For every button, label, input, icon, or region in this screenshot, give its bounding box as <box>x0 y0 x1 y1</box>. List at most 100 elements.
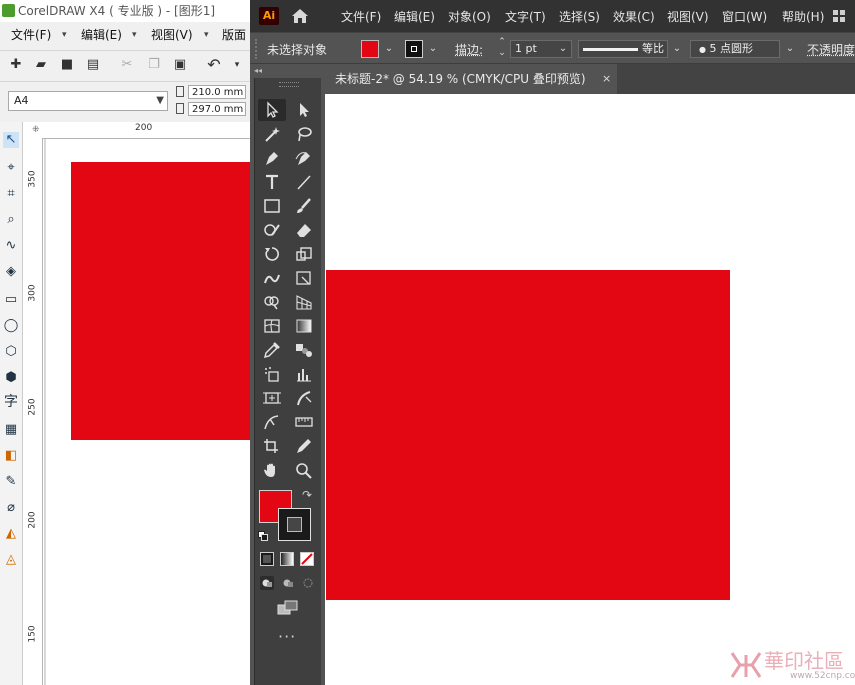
perspective-grid-tool-icon[interactable] <box>292 291 316 313</box>
cut-icon[interactable]: ✂ <box>120 58 134 72</box>
ruler-tool-icon[interactable] <box>292 411 316 433</box>
ai-menu-view[interactable]: 视图(V) <box>667 8 709 25</box>
ai-menu-object[interactable]: 对象(O) <box>448 8 491 25</box>
polygon-tool-icon[interactable]: ⬡ <box>3 344 19 360</box>
cd-menu-layout[interactable]: 版面 <box>222 24 246 46</box>
column-graph-tool-icon[interactable] <box>292 363 316 385</box>
direct-selection-tool-icon[interactable] <box>292 99 316 121</box>
draw-inside-icon[interactable] <box>301 576 315 590</box>
coreldraw-red-rectangle[interactable] <box>71 162 250 440</box>
ai-menu-effect[interactable]: 效果(C) <box>613 8 655 25</box>
document-tab[interactable]: 未标题-2* @ 54.19 % (CMYK/CPU 叠印预览) × <box>325 64 617 94</box>
eyedropper-tool-icon[interactable]: ✎ <box>3 474 19 490</box>
shape-builder-tool-icon[interactable] <box>260 291 284 313</box>
cd-menu-edit[interactable]: 编辑(E) <box>81 24 122 46</box>
chevron-down-icon[interactable]: ▾ <box>62 24 67 46</box>
mesh-tool-icon[interactable] <box>260 315 284 337</box>
home-icon[interactable] <box>290 6 310 26</box>
color-mode-icon[interactable] <box>260 552 274 566</box>
cd-menu-view[interactable]: 视图(V) <box>151 24 193 46</box>
stroke-stepper-icon[interactable]: ⌃ ⌄ <box>497 37 507 59</box>
selection-tool-icon[interactable] <box>260 99 284 121</box>
slice-tool-icon[interactable] <box>292 387 316 409</box>
chevron-down-icon[interactable]: ⌄ <box>783 40 797 58</box>
stroke-color-proxy[interactable] <box>278 508 311 541</box>
freehand-tool-icon[interactable]: ∿ <box>3 238 19 254</box>
ai-menu-edit[interactable]: 编辑(E) <box>394 8 435 25</box>
control-bar-grip[interactable] <box>255 39 259 59</box>
symbol-sprayer-tool-icon[interactable] <box>260 363 284 385</box>
screen-mode-icon[interactable] <box>277 600 299 616</box>
rectangle-tool-icon[interactable]: ▭ <box>3 292 19 308</box>
crop-tool-icon[interactable]: ⌗ <box>3 186 19 202</box>
pencil-tool-icon[interactable] <box>292 435 316 457</box>
ai-menu-select[interactable]: 选择(S) <box>559 8 600 25</box>
ai-menu-type[interactable]: 文字(T) <box>505 8 546 25</box>
page-width-field[interactable]: 210.0 mm <box>188 85 246 99</box>
cd-menu-file[interactable]: 文件(F) <box>11 24 51 46</box>
basic-shapes-icon[interactable]: ⬢ <box>3 370 19 386</box>
eyedropper-tool-icon[interactable] <box>260 339 284 361</box>
width-tool-icon[interactable] <box>260 411 284 433</box>
interactive-fill-icon[interactable]: ◬ <box>3 552 19 568</box>
ellipse-tool-icon[interactable]: ◯ <box>3 318 19 334</box>
artboard-tool-icon[interactable] <box>260 387 284 409</box>
chevron-down-icon[interactable]: ⌄ <box>670 40 684 58</box>
close-tab-icon[interactable]: × <box>602 64 611 94</box>
crop-image-tool-icon[interactable] <box>260 435 284 457</box>
save-icon[interactable]: ■ <box>60 58 74 72</box>
ai-menu-window[interactable]: 窗口(W) <box>722 8 767 25</box>
stroke-swatch[interactable] <box>405 40 423 58</box>
chevron-down-icon[interactable]: ⌄ <box>426 40 440 58</box>
stroke-label[interactable]: 描边: <box>455 41 483 58</box>
panel-collapse-button[interactable]: ◂◂ <box>254 66 321 76</box>
free-transform-tool-icon[interactable] <box>292 267 316 289</box>
hand-tool-icon[interactable] <box>260 459 284 481</box>
gradient-mode-icon[interactable] <box>280 552 294 566</box>
brush-definition-select[interactable]: ● 5 点圆形 <box>690 40 780 58</box>
ruler-origin-icon[interactable]: ⁜ <box>32 125 40 135</box>
chevron-down-icon[interactable]: ⌄ <box>556 40 570 58</box>
shaper-tool-icon[interactable] <box>260 219 284 241</box>
print-icon[interactable]: ▤ <box>86 58 100 72</box>
zoom-tool-icon[interactable]: ⌕ <box>3 212 19 228</box>
text-tool-icon[interactable]: 字 <box>3 394 19 410</box>
warp-tool-icon[interactable] <box>260 267 284 289</box>
shape-tool-icon[interactable]: ⌖ <box>3 160 19 176</box>
copy-icon[interactable]: ❐ <box>147 58 161 72</box>
default-fill-stroke-icon[interactable] <box>258 530 268 541</box>
paper-size-select[interactable]: A4 ▼ <box>8 91 168 111</box>
scale-tool-icon[interactable] <box>292 243 316 265</box>
swap-fill-stroke-icon[interactable]: ↷ <box>302 488 314 502</box>
type-tool-icon[interactable] <box>260 171 284 193</box>
ai-menu-help[interactable]: 帮助(H) <box>782 8 824 25</box>
interactive-tool-icon[interactable]: ◧ <box>3 448 19 464</box>
paintbrush-tool-icon[interactable] <box>292 195 316 217</box>
table-tool-icon[interactable]: ▦ <box>3 422 19 438</box>
chevron-down-icon[interactable]: ▾ <box>132 24 137 46</box>
new-document-icon[interactable]: ✚ <box>9 58 23 72</box>
paste-icon[interactable]: ▣ <box>173 58 187 72</box>
fill-swatch[interactable] <box>361 40 379 58</box>
chevron-down-icon[interactable]: ▾ <box>204 24 209 46</box>
ai-menu-file[interactable]: 文件(F) <box>341 8 381 25</box>
magic-wand-tool-icon[interactable] <box>260 123 284 145</box>
undo-icon[interactable]: ↶ <box>207 57 221 73</box>
none-mode-icon[interactable] <box>300 552 314 566</box>
chevron-down-icon[interactable]: ▾ <box>230 58 244 72</box>
toolbar-grip[interactable] <box>279 82 299 87</box>
smart-fill-icon[interactable]: ◈ <box>3 264 19 280</box>
page-height-field[interactable]: 297.0 mm <box>188 102 246 116</box>
draw-normal-icon[interactable] <box>260 576 274 590</box>
workspace-switcher-icon[interactable] <box>831 8 855 24</box>
lasso-tool-icon[interactable] <box>292 123 316 145</box>
line-segment-tool-icon[interactable] <box>292 171 316 193</box>
fill-tool-icon[interactable]: ◭ <box>3 526 19 542</box>
stroke-profile-select[interactable]: 等比 <box>578 40 668 58</box>
eraser-tool-icon[interactable] <box>292 219 316 241</box>
chevron-down-icon[interactable]: ⌄ <box>382 40 396 58</box>
pen-tool-icon[interactable] <box>260 147 284 169</box>
blend-tool-icon[interactable] <box>292 339 316 361</box>
opacity-label[interactable]: 不透明度 <box>807 41 855 58</box>
outline-tool-icon[interactable]: ⌀ <box>3 500 19 516</box>
